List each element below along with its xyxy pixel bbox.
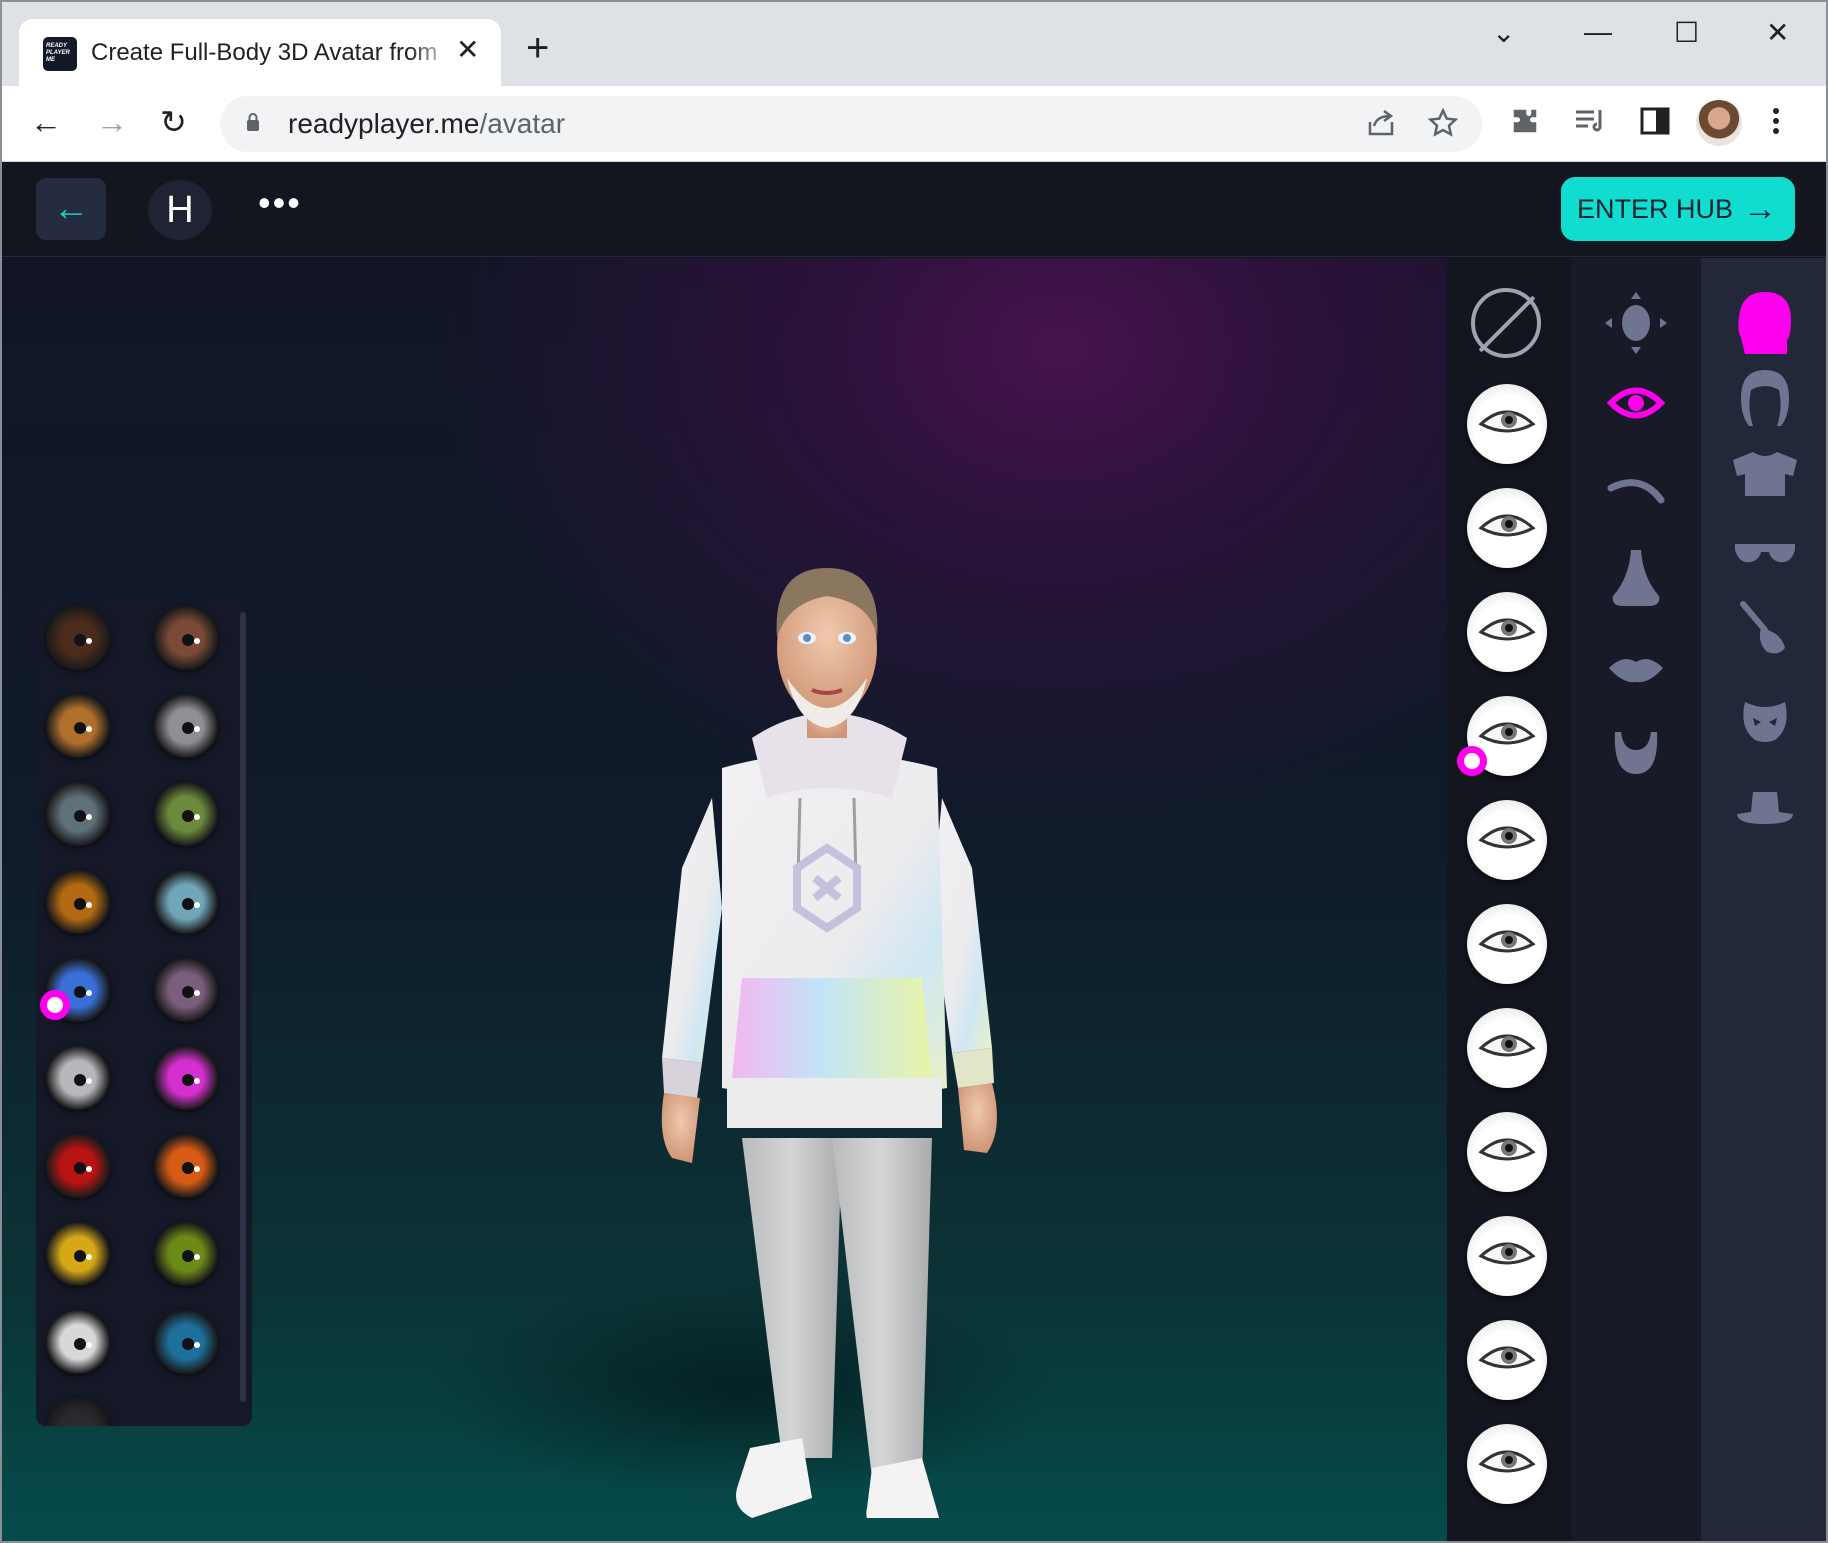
eyebrow-icon[interactable] — [1571, 468, 1701, 508]
arrow-right-icon: → — [1743, 190, 1777, 228]
eye-shape-option[interactable] — [1467, 1112, 1547, 1192]
url-domain: readyplayer.me — [288, 108, 480, 139]
maximize-icon[interactable]: ☐ — [1674, 16, 1699, 49]
new-tab-icon[interactable]: + — [526, 28, 549, 68]
iris-swatch[interactable] — [46, 870, 110, 934]
eye-shape-option[interactable] — [1467, 1320, 1547, 1400]
profile-avatar[interactable] — [1696, 100, 1742, 146]
beard-icon[interactable] — [1571, 728, 1701, 778]
shirt-icon[interactable] — [1701, 448, 1828, 498]
head-icon[interactable] — [1701, 288, 1828, 358]
iris-color-panel — [36, 600, 252, 1426]
eye-shape-option[interactable] — [1467, 384, 1547, 464]
iris-swatch[interactable] — [46, 1310, 110, 1374]
enter-hub-label: ENTER HUB — [1577, 194, 1734, 224]
address-bar[interactable]: readyplayer.me/avatar — [220, 96, 1482, 152]
iris-swatch[interactable] — [46, 1134, 110, 1198]
browser-toolbar: ← → ↻ readyplayer.me/avatar — [2, 86, 1826, 162]
iris-swatch[interactable] — [154, 782, 218, 846]
selected-indicator — [1457, 746, 1487, 776]
no-selection-icon[interactable] — [1471, 288, 1541, 358]
favicon: READY PLAYER ME — [43, 37, 77, 71]
iris-swatch[interactable] — [154, 1310, 218, 1374]
media-control-icon[interactable] — [1574, 106, 1606, 136]
eye-shape-option[interactable] — [1467, 1216, 1547, 1296]
side-panel-icon[interactable] — [1640, 106, 1670, 136]
menu-kebab-icon[interactable] — [1770, 106, 1782, 136]
back-icon[interactable]: ← — [30, 104, 62, 140]
lock-icon[interactable] — [246, 112, 260, 132]
forward-icon[interactable]: → — [96, 104, 128, 140]
glasses-icon[interactable] — [1701, 538, 1828, 568]
category-sidebar — [1701, 258, 1828, 1541]
back-button[interactable]: ← — [36, 178, 106, 240]
user-avatar-button[interactable]: H — [148, 180, 212, 240]
eye-shape-icon — [1478, 618, 1536, 641]
iris-swatch[interactable] — [154, 1046, 218, 1110]
iris-swatch[interactable] — [154, 694, 218, 758]
iris-swatch[interactable] — [46, 694, 110, 758]
iris-swatch[interactable] — [154, 606, 218, 670]
bookmark-star-icon[interactable] — [1428, 108, 1458, 138]
tab-search-icon[interactable]: ⌄ — [1492, 16, 1515, 49]
iris-swatch[interactable] — [46, 1398, 110, 1426]
enter-hub-button[interactable]: ENTER HUB → — [1561, 177, 1795, 241]
iris-swatch[interactable] — [154, 1134, 218, 1198]
iris-swatch[interactable] — [46, 1222, 110, 1286]
eye-shape-option[interactable] — [1467, 592, 1547, 672]
face-move-icon[interactable] — [1571, 288, 1701, 358]
mask-icon[interactable] — [1701, 698, 1828, 744]
selected-indicator — [40, 990, 70, 1020]
iris-swatch[interactable] — [154, 958, 218, 1022]
nose-icon[interactable] — [1571, 548, 1701, 608]
iris-swatch[interactable] — [154, 1222, 218, 1286]
eye-shape-option[interactable] — [1467, 904, 1547, 984]
eye-shape-option[interactable] — [1467, 488, 1547, 568]
eye-shape-icon — [1478, 930, 1536, 953]
eye-shape-icon — [1478, 410, 1536, 433]
tab-close-icon[interactable]: ✕ — [456, 35, 479, 65]
minimize-icon[interactable]: — — [1584, 16, 1612, 48]
face-feature-tools — [1571, 258, 1701, 1541]
avatar-3d-model[interactable] — [642, 438, 1022, 1518]
panel-scrollbar[interactable] — [240, 612, 246, 1402]
iris-swatch[interactable] — [46, 606, 110, 670]
eye-shape-option[interactable] — [1467, 1008, 1547, 1088]
browser-tab[interactable]: READY PLAYER ME Create Full-Body 3D Avat… — [19, 19, 501, 87]
iris-swatch[interactable] — [154, 870, 218, 934]
eye-shape-option[interactable] — [1467, 800, 1547, 880]
iris-swatch[interactable] — [46, 782, 110, 846]
eye-shape-column — [1447, 258, 1571, 1541]
tab-strip: READY PLAYER ME Create Full-Body 3D Avat… — [2, 2, 1826, 87]
eye-shape-icon — [1478, 1034, 1536, 1057]
eye-shape-icon — [1478, 1138, 1536, 1161]
tab-title: Create Full-Body 3D Avatar from — [91, 39, 438, 66]
app-header: ← H ••• ENTER HUB → — [2, 162, 1826, 257]
eye-shape-icon — [1478, 1242, 1536, 1265]
reload-icon[interactable]: ↻ — [160, 104, 187, 140]
close-window-icon[interactable]: ✕ — [1766, 16, 1789, 49]
makeup-brush-icon[interactable] — [1701, 598, 1828, 658]
hat-icon[interactable] — [1701, 788, 1828, 828]
share-icon[interactable] — [1366, 108, 1398, 138]
eye-shape-option[interactable] — [1467, 1424, 1547, 1504]
eye-shape-icon — [1478, 514, 1536, 537]
extensions-icon[interactable] — [1510, 106, 1540, 136]
browser-window: READY PLAYER ME Create Full-Body 3D Avat… — [0, 0, 1828, 1543]
avatar-editor: ← H ••• ENTER HUB → — [2, 162, 1828, 1541]
more-options-icon[interactable]: ••• — [258, 182, 302, 224]
eye-shape-icon — [1478, 722, 1536, 745]
eye-shape-icon — [1478, 1450, 1536, 1473]
hair-icon[interactable] — [1701, 368, 1828, 428]
url-path: /avatar — [479, 108, 566, 139]
url-text[interactable]: readyplayer.me/avatar — [288, 108, 565, 140]
eye-shape-icon — [1478, 826, 1536, 849]
eye-shape-icon — [1478, 1346, 1536, 1369]
lips-icon[interactable] — [1571, 648, 1701, 688]
iris-swatch[interactable] — [46, 1046, 110, 1110]
eye-icon[interactable] — [1571, 378, 1701, 428]
